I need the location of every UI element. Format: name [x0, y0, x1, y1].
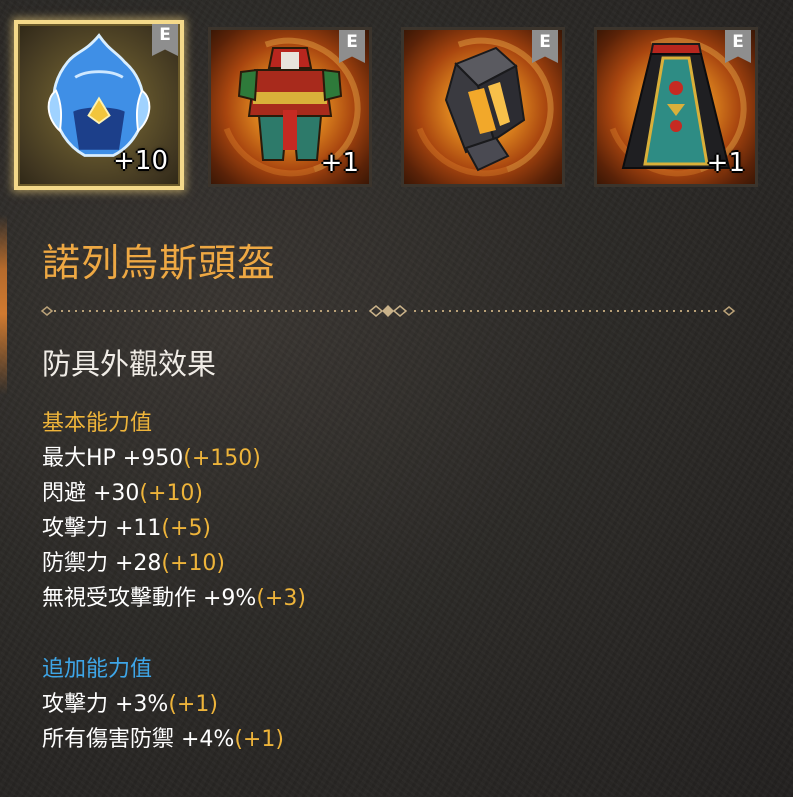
stat-line: 閃避 +30(+10)	[42, 475, 203, 507]
stat-line: 攻擊力 +11(+5)	[42, 510, 211, 542]
stat-line: 無視受攻擊動作 +9%(+3)	[42, 580, 306, 612]
stat-label: 所有傷害防禦 +4%	[42, 727, 235, 752]
stat-line: 最大HP +950(+150)	[42, 440, 261, 472]
stat-label: 防禦力 +28	[42, 551, 162, 576]
item-name: 諾列烏斯頭盔	[42, 241, 277, 285]
stat-bonus: (+1)	[168, 692, 218, 717]
enhance-level: +1	[320, 148, 359, 178]
equipment-slot-gauntlet[interactable]: E	[401, 27, 565, 187]
enhance-level: +1	[706, 148, 745, 178]
stat-bonus: (+1)	[234, 727, 284, 752]
equipment-slot-armor[interactable]: E +1	[208, 27, 372, 187]
stat-label: 攻擊力 +3%	[42, 692, 169, 717]
stat-label: 無視受攻擊動作 +9%	[42, 586, 257, 611]
stat-label: 最大HP +950	[42, 446, 184, 471]
basic-stats-title: 基本能力值	[42, 411, 153, 436]
stat-label: 閃避 +30	[42, 481, 140, 506]
stat-bonus: (+3)	[256, 586, 306, 611]
ornamental-divider	[40, 305, 736, 317]
stat-line: 防禦力 +28(+10)	[42, 545, 225, 577]
stat-bonus: (+10)	[139, 481, 204, 506]
enhance-level: +10	[113, 146, 168, 176]
section-heading: 防具外觀效果	[42, 347, 217, 381]
stat-line: 攻擊力 +3%(+1)	[42, 686, 218, 718]
panel-edge-accent	[0, 215, 7, 395]
additional-stats-title: 追加能力值	[42, 657, 153, 682]
equipment-slot-cape[interactable]: E +1	[594, 27, 758, 187]
stat-label: 攻擊力 +11	[42, 516, 162, 541]
stat-bonus: (+10)	[161, 551, 226, 576]
stat-bonus: (+5)	[161, 516, 212, 541]
stat-bonus: (+150)	[183, 446, 261, 471]
stat-line: 所有傷害防禦 +4%(+1)	[42, 721, 284, 753]
equipment-slot-helmet[interactable]: E +10	[14, 20, 184, 190]
